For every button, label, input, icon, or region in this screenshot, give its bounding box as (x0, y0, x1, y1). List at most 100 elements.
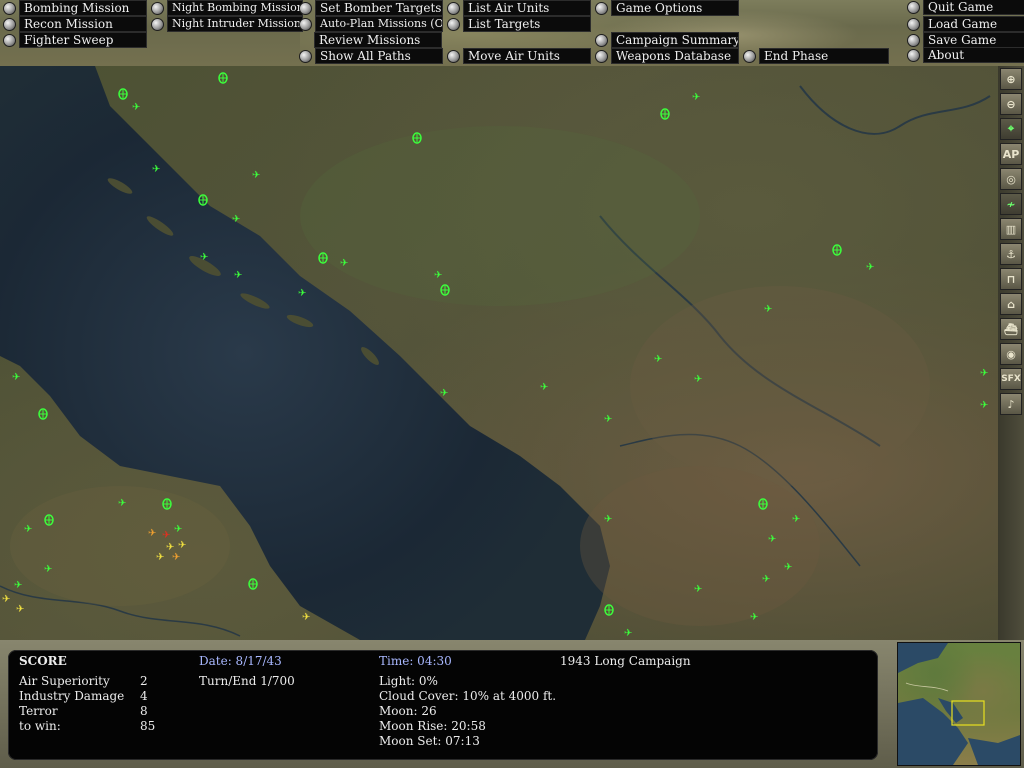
menu-item-game-options[interactable]: Game Options (595, 0, 739, 16)
enemy-air-unit-icon[interactable]: ✈ (16, 604, 24, 615)
flight-path-icon[interactable]: ≁ (1000, 193, 1022, 215)
crosshair-icon[interactable]: ⌖ (1000, 118, 1022, 140)
radio-button-icon[interactable] (3, 33, 16, 47)
radio-button-icon[interactable] (447, 1, 460, 15)
friendly-air-unit-icon[interactable]: ✈ (234, 270, 242, 281)
friendly-air-unit-icon[interactable]: ✈ (750, 612, 758, 623)
radio-button-icon[interactable] (743, 49, 756, 63)
airfield-marker[interactable] (758, 498, 768, 510)
ap-button[interactable]: AP (1000, 143, 1022, 165)
radio-button-icon[interactable] (907, 48, 920, 62)
radio-button-icon[interactable] (595, 33, 608, 47)
friendly-air-unit-icon[interactable]: ✈ (792, 514, 800, 525)
sfx-button[interactable]: SFX (1000, 368, 1022, 390)
airfield-marker[interactable] (318, 252, 328, 264)
about-button[interactable]: About (907, 47, 1024, 63)
menu-item-weapons-database[interactable]: Weapons Database (595, 48, 739, 64)
target-icon[interactable]: ◎ (1000, 168, 1022, 190)
end-phase-button[interactable]: End Phase (743, 48, 889, 64)
menu-item-night-intruder-mission[interactable]: Night Intruder Mission (151, 16, 303, 32)
radio-button-icon[interactable] (299, 17, 312, 31)
friendly-air-unit-icon[interactable]: ✈ (298, 288, 306, 299)
friendly-air-unit-icon[interactable]: ✈ (232, 214, 240, 225)
ship-icon[interactable]: ⛴ (1000, 318, 1022, 340)
building-icon[interactable]: ⌂ (1000, 293, 1022, 315)
compass-icon[interactable]: ◉ (1000, 343, 1022, 365)
friendly-air-unit-icon[interactable]: ✈ (980, 368, 988, 379)
overview-minimap[interactable] (897, 642, 1021, 766)
friendly-air-unit-icon[interactable]: ✈ (764, 304, 772, 315)
zoom-out-icon[interactable]: ⊖ (1000, 93, 1022, 115)
friendly-air-unit-icon[interactable]: ✈ (152, 164, 160, 175)
factory-icon[interactable]: ▥ (1000, 218, 1022, 240)
friendly-air-unit-icon[interactable]: ✈ (12, 372, 20, 383)
menu-item-list-targets[interactable]: List Targets (447, 16, 591, 32)
airfield-marker[interactable] (38, 408, 48, 420)
airfield-marker[interactable] (440, 284, 450, 296)
radio-button-icon[interactable] (907, 33, 920, 47)
friendly-air-unit-icon[interactable]: ✈ (654, 354, 662, 365)
friendly-air-unit-icon[interactable]: ✈ (694, 374, 702, 385)
menu-item-set-bomber-targets[interactable]: Set Bomber Targets (299, 0, 443, 16)
radio-button-icon[interactable] (151, 1, 164, 15)
load-game-button[interactable]: Load Game (907, 16, 1024, 32)
music-icon[interactable]: ♪ (1000, 393, 1022, 415)
enemy-air-unit-icon[interactable]: ✈ (148, 528, 156, 539)
airfield-marker[interactable] (412, 132, 422, 144)
menu-item-list-air-units[interactable]: List Air Units (447, 0, 591, 16)
enemy-air-unit-icon[interactable]: ✈ (2, 594, 10, 605)
save-game-button[interactable]: Save Game (907, 32, 1024, 48)
menu-item-bombing-mission[interactable]: Bombing Mission (3, 0, 147, 16)
friendly-air-unit-icon[interactable]: ✈ (540, 382, 548, 393)
menu-item-auto-plan-missions[interactable]: Auto-Plan Missions (Off) (299, 16, 443, 32)
radio-button-icon[interactable] (907, 0, 920, 14)
friendly-air-unit-icon[interactable]: ✈ (14, 580, 22, 591)
friendly-air-unit-icon[interactable]: ✈ (980, 400, 988, 411)
friendly-air-unit-icon[interactable]: ✈ (624, 628, 632, 639)
airfield-marker[interactable] (198, 194, 208, 206)
friendly-air-unit-icon[interactable]: ✈ (118, 498, 126, 509)
airfield-marker[interactable] (44, 514, 54, 526)
friendly-air-unit-icon[interactable]: ✈ (434, 270, 442, 281)
radio-button-icon[interactable] (151, 17, 164, 31)
friendly-air-unit-icon[interactable]: ✈ (604, 414, 612, 425)
enemy-air-unit-icon[interactable]: ✈ (172, 552, 180, 563)
radio-button-icon[interactable] (595, 1, 608, 15)
radio-button-icon[interactable] (299, 49, 312, 63)
menu-item-night-bombing-mission[interactable]: Night Bombing Mission (151, 0, 303, 16)
friendly-air-unit-icon[interactable]: ✈ (200, 252, 208, 263)
menu-item-move-air-units[interactable]: Move Air Units (447, 48, 591, 64)
quit-game-button[interactable]: Quit Game (907, 0, 1024, 15)
friendly-air-unit-icon[interactable]: ✈ (340, 258, 348, 269)
friendly-air-unit-icon[interactable]: ✈ (604, 514, 612, 525)
menu-item-fighter-sweep[interactable]: Fighter Sweep (3, 32, 147, 48)
menu-item-show-all-paths[interactable]: Show All Paths (299, 48, 443, 64)
radio-button-icon[interactable] (907, 17, 920, 31)
bridge-icon[interactable]: ⊓ (1000, 268, 1022, 290)
enemy-air-unit-icon[interactable]: ✈ (156, 552, 164, 563)
radio-button-icon[interactable] (447, 17, 460, 31)
radio-button-icon[interactable] (595, 49, 608, 63)
airfield-marker[interactable] (162, 498, 172, 510)
airfield-marker[interactable] (660, 108, 670, 120)
radio-button-icon[interactable] (3, 1, 16, 15)
radio-button-icon[interactable] (3, 17, 16, 31)
friendly-air-unit-icon[interactable]: ✈ (768, 534, 776, 545)
friendly-air-unit-icon[interactable]: ✈ (132, 102, 140, 113)
friendly-air-unit-icon[interactable]: ✈ (866, 262, 874, 273)
radio-button-icon[interactable] (299, 1, 312, 15)
airfield-marker[interactable] (604, 604, 614, 616)
friendly-air-unit-icon[interactable]: ✈ (762, 574, 770, 585)
friendly-air-unit-icon[interactable]: ✈ (440, 388, 448, 399)
airfield-marker[interactable] (248, 578, 258, 590)
friendly-air-unit-icon[interactable]: ✈ (24, 524, 32, 535)
campaign-map[interactable]: ✈ ✈ ✈ ✈ ✈ ✈ ✈ ✈ ✈ ✈ ✈ ✈ ✈ ✈ ✈ ✈ ✈ ✈ ✈ ✈ … (0, 66, 998, 640)
menu-item-campaign-summary[interactable]: Campaign Summary (595, 32, 739, 48)
anchor-icon[interactable]: ⚓ (1000, 243, 1022, 265)
zoom-in-icon[interactable]: ⊕ (1000, 68, 1022, 90)
menu-item-review-missions[interactable]: Review Missions (299, 32, 442, 48)
enemy-air-unit-icon[interactable]: ✈ (178, 540, 186, 551)
airfield-marker[interactable] (832, 244, 842, 256)
friendly-air-unit-icon[interactable]: ✈ (692, 92, 700, 103)
radio-button-icon[interactable] (447, 49, 460, 63)
